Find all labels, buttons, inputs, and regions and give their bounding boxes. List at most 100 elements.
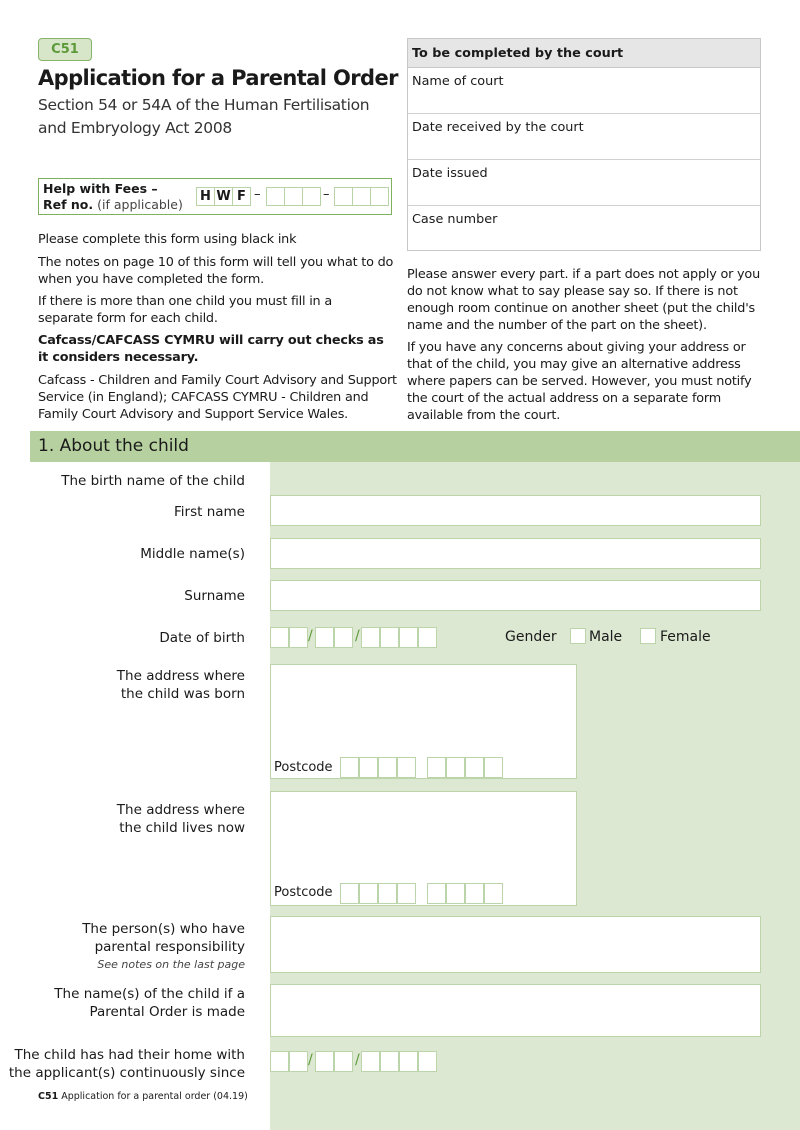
note-page-10: The notes on page 10 of this form will t… bbox=[38, 255, 394, 287]
gender-label: Gender bbox=[505, 629, 557, 645]
char-cell[interactable] bbox=[289, 627, 308, 648]
female-checkbox[interactable] bbox=[640, 628, 656, 644]
char-cell[interactable] bbox=[361, 1051, 380, 1072]
section-heading: 1. About the child bbox=[30, 431, 800, 462]
surname-input[interactable] bbox=[270, 580, 761, 611]
date-separator: / bbox=[308, 628, 313, 644]
char-cell[interactable] bbox=[315, 627, 334, 648]
footer-code: C51 bbox=[38, 1091, 59, 1102]
date-separator: / bbox=[355, 628, 360, 644]
form-code-badge: C51 bbox=[38, 38, 92, 61]
label-line: the applicant(s) continuously since bbox=[8, 1065, 245, 1081]
char-cell[interactable] bbox=[359, 757, 378, 778]
char-cell[interactable] bbox=[378, 757, 397, 778]
char-cell[interactable] bbox=[380, 1051, 399, 1072]
label-line: the child lives now bbox=[119, 820, 245, 836]
help-with-fees-box: Help with Fees – Ref no. (if applicable)… bbox=[38, 178, 392, 215]
hwf-digit[interactable] bbox=[370, 187, 389, 206]
new-names-label: The name(s) of the child if a Parental Or… bbox=[54, 985, 245, 1021]
court-use-box: To be completed by the court Name of cou… bbox=[407, 38, 761, 251]
char-cell[interactable] bbox=[465, 883, 484, 904]
char-cell[interactable] bbox=[465, 757, 484, 778]
label-line: parental responsibility bbox=[94, 939, 245, 955]
case-number-field: Case number bbox=[412, 212, 498, 227]
date-separator: / bbox=[355, 1052, 360, 1068]
new-names-input[interactable] bbox=[270, 984, 761, 1037]
char-cell[interactable] bbox=[378, 883, 397, 904]
note-alternative-address: If you have any concerns about giving yo… bbox=[407, 340, 752, 423]
footer-text: Application for a parental order (04.19) bbox=[61, 1091, 248, 1102]
hwf-prefix-h: H bbox=[196, 187, 215, 206]
male-label: Male bbox=[589, 629, 623, 645]
parental-responsibility-input[interactable] bbox=[270, 916, 761, 973]
dob-label: Date of birth bbox=[159, 630, 245, 646]
hwf-digit[interactable] bbox=[302, 187, 321, 206]
char-cell[interactable] bbox=[361, 627, 380, 648]
label-line: The address where bbox=[116, 668, 245, 684]
char-cell[interactable] bbox=[340, 757, 359, 778]
char-cell[interactable] bbox=[418, 1051, 437, 1072]
middle-name-label: Middle name(s) bbox=[140, 546, 245, 562]
middle-name-input[interactable] bbox=[270, 538, 761, 569]
date-issued-field: Date issued bbox=[408, 160, 760, 206]
hwf-ref: Ref no. bbox=[43, 197, 94, 212]
char-cell[interactable] bbox=[427, 883, 446, 904]
postcode-label: Postcode bbox=[274, 760, 333, 775]
char-cell[interactable] bbox=[397, 757, 416, 778]
char-cell[interactable] bbox=[270, 1051, 289, 1072]
court-name-field: Name of court bbox=[408, 68, 760, 114]
char-cell[interactable] bbox=[270, 627, 289, 648]
home-since-label: The child has had their home with the app… bbox=[9, 1046, 245, 1082]
hwf-applicable: (if applicable) bbox=[97, 197, 183, 212]
note-cafcass-checks: Cafcass/CAFCASS CYMRU will carry out che… bbox=[38, 333, 384, 365]
hwf-prefix-w: W bbox=[214, 187, 233, 206]
char-cell[interactable] bbox=[484, 757, 503, 778]
hwf-digit[interactable] bbox=[266, 187, 285, 206]
hwf-digit[interactable] bbox=[352, 187, 371, 206]
char-cell[interactable] bbox=[315, 1051, 334, 1072]
char-cell[interactable] bbox=[359, 883, 378, 904]
hwf-label: Help with Fees – Ref no. (if applicable) bbox=[43, 181, 183, 213]
note-ink: Please complete this form using black in… bbox=[38, 232, 297, 247]
char-cell[interactable] bbox=[418, 627, 437, 648]
label-line: The child has had their home with bbox=[14, 1047, 245, 1063]
char-cell[interactable] bbox=[427, 757, 446, 778]
current-address-label: The address where the child lives now bbox=[117, 801, 245, 837]
date-received-field: Date received by the court bbox=[408, 114, 760, 160]
label-line: The name(s) of the child if a bbox=[54, 986, 245, 1002]
char-cell[interactable] bbox=[484, 883, 503, 904]
male-checkbox[interactable] bbox=[570, 628, 586, 644]
court-heading: To be completed by the court bbox=[408, 39, 760, 68]
page-subtitle: Section 54 or 54A of the Human Fertilisa… bbox=[38, 96, 370, 137]
char-cell[interactable] bbox=[380, 627, 399, 648]
char-cell[interactable] bbox=[399, 1051, 418, 1072]
note-multiple-children: If there is more than one child you must… bbox=[38, 294, 332, 326]
hwf-digit[interactable] bbox=[334, 187, 353, 206]
date-separator: / bbox=[308, 1052, 313, 1068]
note-cafcass-definition: Cafcass - Children and Family Court Advi… bbox=[38, 373, 397, 422]
label-line: The person(s) who have bbox=[82, 921, 245, 937]
female-label: Female bbox=[660, 629, 711, 645]
char-cell[interactable] bbox=[399, 627, 418, 648]
first-name-input[interactable] bbox=[270, 495, 761, 526]
hwf-digit[interactable] bbox=[284, 187, 303, 206]
hwf-dash: – bbox=[323, 187, 330, 202]
char-cell[interactable] bbox=[446, 883, 465, 904]
char-cell[interactable] bbox=[446, 757, 465, 778]
note-answer-every-part: Please answer every part. if a part does… bbox=[407, 267, 760, 333]
char-cell[interactable] bbox=[397, 883, 416, 904]
footer: C51 Application for a parental order (04… bbox=[38, 1091, 248, 1102]
char-cell[interactable] bbox=[340, 883, 359, 904]
char-cell[interactable] bbox=[334, 1051, 353, 1072]
hwf-title: Help with Fees – bbox=[43, 181, 158, 196]
label-note: See notes on the last page bbox=[97, 958, 245, 971]
char-cell[interactable] bbox=[334, 627, 353, 648]
label-line: The address where bbox=[116, 802, 245, 818]
current-address-input[interactable]: Postcode bbox=[270, 791, 577, 906]
surname-label: Surname bbox=[184, 588, 245, 604]
birth-address-input[interactable]: Postcode bbox=[270, 664, 577, 779]
parental-responsibility-label: The person(s) who have parental responsib… bbox=[82, 920, 245, 974]
label-line: Parental Order is made bbox=[89, 1004, 245, 1020]
char-cell[interactable] bbox=[289, 1051, 308, 1072]
postcode-label: Postcode bbox=[274, 885, 333, 900]
